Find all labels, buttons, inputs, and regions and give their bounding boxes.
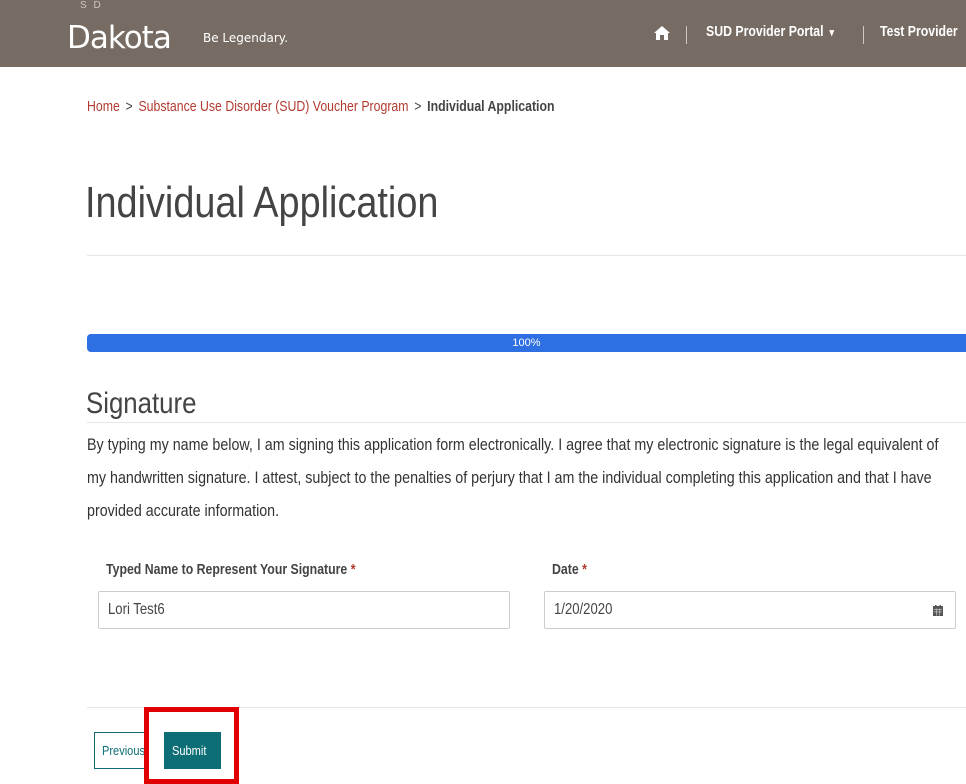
home-icon[interactable] (654, 26, 670, 40)
divider (87, 255, 966, 256)
site-header: S D Dakota Be Legendary. SUD Provider Po… (0, 0, 966, 67)
divider (87, 707, 966, 708)
logo-wordmark: Dakota (67, 20, 172, 56)
nav-portal-label: SUD Provider Portal (706, 23, 824, 40)
breadcrumb-separator: > (414, 98, 422, 115)
page-title: Individual Application (85, 178, 439, 227)
logo-tagline: Be Legendary. (203, 31, 289, 45)
date-label-text: Date (552, 561, 579, 578)
breadcrumb: Home > Substance Use Disorder (SUD) Vouche… (87, 98, 555, 115)
submit-button[interactable]: Submit (164, 732, 221, 769)
calendar-icon[interactable] (921, 592, 955, 628)
logo-state-abbrev: S D (80, 0, 103, 11)
name-field-label: Typed Name to Represent Your Signature * (106, 561, 355, 578)
date-value: 1/20/2020 (554, 601, 613, 618)
breadcrumb-current: Individual Application (427, 98, 555, 115)
signature-attestation-text: By typing my name below, I am signing th… (87, 435, 939, 520)
signature-name-input[interactable]: Lori Test6 (98, 591, 510, 629)
nav-divider (863, 26, 864, 44)
breadcrumb-home[interactable]: Home (87, 98, 120, 115)
signature-name-value: Lori Test6 (108, 601, 165, 618)
submit-button-label: Submit (172, 743, 207, 758)
chevron-down-icon: ▾ (829, 27, 834, 39)
date-input[interactable]: 1/20/2020 (544, 591, 956, 629)
previous-button-label: Previous (102, 743, 145, 758)
progress-bar: 100% (87, 334, 966, 352)
nav-test-provider[interactable]: Test Provider (880, 23, 958, 40)
divider (87, 422, 966, 423)
date-field-label: Date * (552, 561, 587, 578)
nav-divider (686, 26, 687, 44)
nav-sud-provider-portal[interactable]: SUD Provider Portal ▾ (706, 23, 834, 40)
previous-button[interactable]: Previous (94, 732, 148, 769)
name-label-text: Typed Name to Represent Your Signature (106, 561, 348, 578)
section-title-signature: Signature (86, 387, 197, 420)
breadcrumb-separator: > (125, 98, 133, 115)
required-marker: * (582, 561, 587, 578)
progress-label: 100% (512, 337, 541, 349)
required-marker: * (350, 561, 356, 578)
breadcrumb-sud-program[interactable]: Substance Use Disorder (SUD) Voucher Pro… (138, 98, 408, 115)
